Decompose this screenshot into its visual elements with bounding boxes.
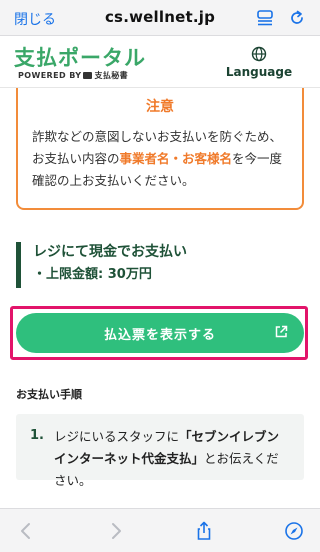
brand-mark-icon [83,72,93,79]
logo-powered-by: POWERED BY 支払秘書 [18,70,128,81]
reload-icon[interactable] [288,9,306,27]
powered-by-text: POWERED BY [18,71,82,80]
browser-top-bar: 閉じる cs.wellnet.jp [0,0,320,36]
share-icon[interactable] [194,521,214,541]
notice-highlight: 事業者名・お客様名 [119,151,233,166]
reader-icon[interactable] [256,9,274,27]
site-logo[interactable]: 支払ポータル [14,42,146,72]
back-icon[interactable] [16,521,36,541]
payment-limit: ・上限金額: 30万円 [33,267,152,282]
site-header: 支払ポータル POWERED BY 支払秘書 Language [0,36,320,88]
notice-body: 詐欺などの意図しないお支払いを防ぐため、お支払い内容の事業者名・お客様名を今一度… [32,126,294,192]
compass-icon[interactable] [284,521,304,541]
step-item: 1. レジにいるスタッフに「セブンイレブン インターネット代金支払」とお伝えくだ… [16,414,304,488]
payment-method-title: レジにて現金でお支払い [33,244,187,260]
notice-title: 注意 [146,99,174,115]
step-text-pre: レジにいるスタッフに [54,429,180,444]
external-link-icon [275,325,288,338]
notice-box: 注意 詐欺などの意図しないお支払いを防ぐため、お支払い内容の事業者名・お客様名を… [16,88,304,210]
forward-icon[interactable] [106,521,126,541]
payment-method-info: レジにて現金でお支払い ・上限金額: 30万円 [16,242,304,288]
show-payment-slip-label: 払込票を表示する [103,327,216,342]
language-label: Language [225,65,293,79]
language-selector[interactable]: Language [216,46,302,79]
step-number: 1. [30,428,44,443]
browser-bottom-bar [0,508,320,552]
steps-heading: お支払い手順 [16,388,82,401]
step-text: レジにいるスタッフに「セブンイレブン インターネット代金支払」とお伝えください。 [54,426,290,492]
powered-by-brand: 支払秘書 [94,71,129,80]
globe-icon [251,46,267,62]
show-payment-slip-button[interactable]: 払込票を表示する [16,313,304,353]
